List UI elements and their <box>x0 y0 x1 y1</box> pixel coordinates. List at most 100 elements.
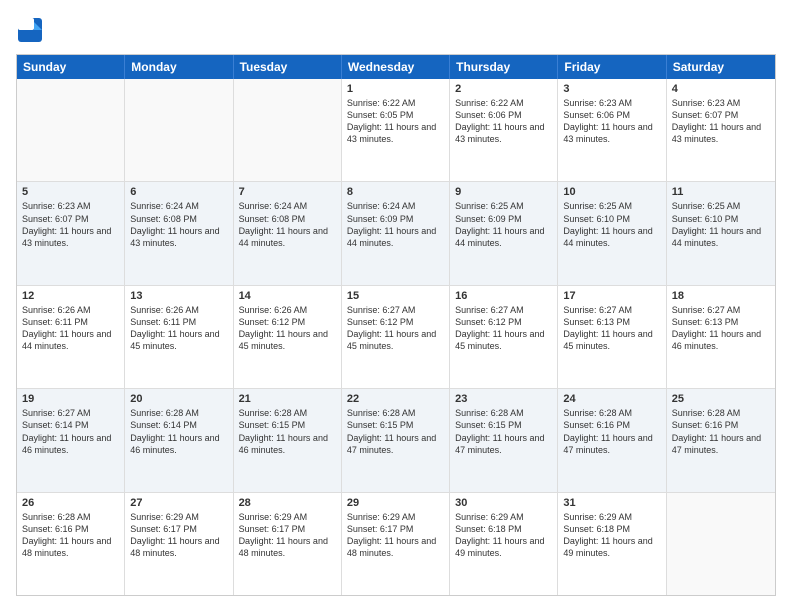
day-number: 27 <box>130 497 227 509</box>
calendar-cell: 18 Sunrise: 6:27 AM Sunset: 6:13 PM Dayli… <box>667 286 775 388</box>
calendar-cell: 14Sunrise: 6:26 AM Sunset: 6:12 PM Dayli… <box>234 286 342 388</box>
calendar-cell: 26Sunrise: 6:28 AM Sunset: 6:16 PM Dayli… <box>17 493 125 595</box>
calendar-row: 5 Sunrise: 6:23 AM Sunset: 6:07 PM Daylig… <box>17 181 775 284</box>
day-info: Sunrise: 6:24 AM Sunset: 6:08 PM Dayligh… <box>130 200 227 249</box>
day-number: 17 <box>563 290 660 302</box>
calendar-cell <box>234 79 342 181</box>
day-number: 28 <box>239 497 336 509</box>
day-number: 13 <box>130 290 227 302</box>
day-info: Sunrise: 6:26 AM Sunset: 6:11 PM Dayligh… <box>130 304 227 353</box>
weekday-header: Wednesday <box>342 55 450 79</box>
day-info: Sunrise: 6:28 AM Sunset: 6:16 PM Dayligh… <box>672 407 770 456</box>
day-info: Sunrise: 6:28 AM Sunset: 6:14 PM Dayligh… <box>130 407 227 456</box>
calendar-body: 1 Sunrise: 6:22 AM Sunset: 6:05 PM Daylig… <box>17 79 775 595</box>
calendar-cell: 22 Sunrise: 6:28 AM Sunset: 6:15 PM Dayli… <box>342 389 450 491</box>
day-info: Sunrise: 6:29 AM Sunset: 6:17 PM Dayligh… <box>239 511 336 560</box>
day-info: Sunrise: 6:28 AM Sunset: 6:15 PM Dayligh… <box>347 407 444 456</box>
logo-icon <box>16 16 44 44</box>
day-number: 20 <box>130 393 227 405</box>
day-number: 29 <box>347 497 444 509</box>
calendar-cell <box>17 79 125 181</box>
day-info: Sunrise: 6:27 AM Sunset: 6:13 PM Dayligh… <box>672 304 770 353</box>
day-info: Sunrise: 6:29 AM Sunset: 6:18 PM Dayligh… <box>455 511 552 560</box>
calendar: SundayMondayTuesdayWednesdayThursdayFrid… <box>16 54 776 596</box>
calendar-row: 1 Sunrise: 6:22 AM Sunset: 6:05 PM Daylig… <box>17 79 775 181</box>
calendar-cell: 29 Sunrise: 6:29 AM Sunset: 6:17 PM Dayli… <box>342 493 450 595</box>
day-info: Sunrise: 6:29 AM Sunset: 6:17 PM Dayligh… <box>130 511 227 560</box>
calendar-cell: 1 Sunrise: 6:22 AM Sunset: 6:05 PM Daylig… <box>342 79 450 181</box>
header <box>16 16 776 44</box>
calendar-cell: 12Sunrise: 6:26 AM Sunset: 6:11 PM Dayli… <box>17 286 125 388</box>
day-info: Sunrise: 6:23 AM Sunset: 6:07 PM Dayligh… <box>22 200 119 249</box>
calendar-cell: 4 Sunrise: 6:23 AM Sunset: 6:07 PM Daylig… <box>667 79 775 181</box>
calendar-row: 12Sunrise: 6:26 AM Sunset: 6:11 PM Dayli… <box>17 285 775 388</box>
calendar-cell: 21 Sunrise: 6:28 AM Sunset: 6:15 PM Dayli… <box>234 389 342 491</box>
day-number: 7 <box>239 186 336 198</box>
day-number: 11 <box>672 186 770 198</box>
calendar-cell: 28 Sunrise: 6:29 AM Sunset: 6:17 PM Dayli… <box>234 493 342 595</box>
day-number: 10 <box>563 186 660 198</box>
day-number: 21 <box>239 393 336 405</box>
day-number: 3 <box>563 83 660 95</box>
day-info: Sunrise: 6:25 AM Sunset: 6:10 PM Dayligh… <box>563 200 660 249</box>
calendar-cell: 31 Sunrise: 6:29 AM Sunset: 6:18 PM Dayli… <box>558 493 666 595</box>
day-number: 31 <box>563 497 660 509</box>
calendar-cell: 13 Sunrise: 6:26 AM Sunset: 6:11 PM Dayli… <box>125 286 233 388</box>
day-info: Sunrise: 6:25 AM Sunset: 6:09 PM Dayligh… <box>455 200 552 249</box>
weekday-header: Thursday <box>450 55 558 79</box>
calendar-cell: 6Sunrise: 6:24 AM Sunset: 6:08 PM Daylig… <box>125 182 233 284</box>
calendar-cell <box>667 493 775 595</box>
calendar-cell: 25 Sunrise: 6:28 AM Sunset: 6:16 PM Dayli… <box>667 389 775 491</box>
day-info: Sunrise: 6:28 AM Sunset: 6:15 PM Dayligh… <box>455 407 552 456</box>
day-info: Sunrise: 6:29 AM Sunset: 6:18 PM Dayligh… <box>563 511 660 560</box>
day-info: Sunrise: 6:27 AM Sunset: 6:13 PM Dayligh… <box>563 304 660 353</box>
day-info: Sunrise: 6:23 AM Sunset: 6:06 PM Dayligh… <box>563 97 660 146</box>
day-number: 30 <box>455 497 552 509</box>
weekday-header: Saturday <box>667 55 775 79</box>
calendar-cell: 16 Sunrise: 6:27 AM Sunset: 6:12 PM Dayli… <box>450 286 558 388</box>
day-info: Sunrise: 6:22 AM Sunset: 6:06 PM Dayligh… <box>455 97 552 146</box>
calendar-cell: 23 Sunrise: 6:28 AM Sunset: 6:15 PM Dayli… <box>450 389 558 491</box>
calendar-cell: 2 Sunrise: 6:22 AM Sunset: 6:06 PM Daylig… <box>450 79 558 181</box>
day-number: 18 <box>672 290 770 302</box>
day-info: Sunrise: 6:25 AM Sunset: 6:10 PM Dayligh… <box>672 200 770 249</box>
day-number: 1 <box>347 83 444 95</box>
calendar-cell <box>125 79 233 181</box>
day-info: Sunrise: 6:28 AM Sunset: 6:16 PM Dayligh… <box>563 407 660 456</box>
calendar-cell: 20 Sunrise: 6:28 AM Sunset: 6:14 PM Dayli… <box>125 389 233 491</box>
calendar-row: 19 Sunrise: 6:27 AM Sunset: 6:14 PM Dayli… <box>17 388 775 491</box>
weekday-header: Monday <box>125 55 233 79</box>
calendar-cell: 5 Sunrise: 6:23 AM Sunset: 6:07 PM Daylig… <box>17 182 125 284</box>
day-number: 26 <box>22 497 119 509</box>
day-info: Sunrise: 6:29 AM Sunset: 6:17 PM Dayligh… <box>347 511 444 560</box>
day-number: 22 <box>347 393 444 405</box>
weekday-header: Friday <box>558 55 666 79</box>
day-number: 23 <box>455 393 552 405</box>
weekday-header: Sunday <box>17 55 125 79</box>
day-info: Sunrise: 6:24 AM Sunset: 6:09 PM Dayligh… <box>347 200 444 249</box>
calendar-cell: 7 Sunrise: 6:24 AM Sunset: 6:08 PM Daylig… <box>234 182 342 284</box>
calendar-cell: 9Sunrise: 6:25 AM Sunset: 6:09 PM Daylig… <box>450 182 558 284</box>
day-info: Sunrise: 6:28 AM Sunset: 6:15 PM Dayligh… <box>239 407 336 456</box>
calendar-header: SundayMondayTuesdayWednesdayThursdayFrid… <box>17 55 775 79</box>
day-number: 25 <box>672 393 770 405</box>
calendar-cell: 10 Sunrise: 6:25 AM Sunset: 6:10 PM Dayli… <box>558 182 666 284</box>
day-number: 19 <box>22 393 119 405</box>
day-number: 16 <box>455 290 552 302</box>
day-number: 4 <box>672 83 770 95</box>
calendar-row: 26Sunrise: 6:28 AM Sunset: 6:16 PM Dayli… <box>17 492 775 595</box>
day-info: Sunrise: 6:23 AM Sunset: 6:07 PM Dayligh… <box>672 97 770 146</box>
calendar-cell: 11 Sunrise: 6:25 AM Sunset: 6:10 PM Dayli… <box>667 182 775 284</box>
weekday-header: Tuesday <box>234 55 342 79</box>
day-info: Sunrise: 6:27 AM Sunset: 6:12 PM Dayligh… <box>455 304 552 353</box>
day-number: 5 <box>22 186 119 198</box>
calendar-cell: 8Sunrise: 6:24 AM Sunset: 6:09 PM Daylig… <box>342 182 450 284</box>
calendar-cell: 19 Sunrise: 6:27 AM Sunset: 6:14 PM Dayli… <box>17 389 125 491</box>
day-info: Sunrise: 6:26 AM Sunset: 6:11 PM Dayligh… <box>22 304 119 353</box>
day-info: Sunrise: 6:27 AM Sunset: 6:14 PM Dayligh… <box>22 407 119 456</box>
day-number: 15 <box>347 290 444 302</box>
day-number: 2 <box>455 83 552 95</box>
day-info: Sunrise: 6:22 AM Sunset: 6:05 PM Dayligh… <box>347 97 444 146</box>
day-info: Sunrise: 6:24 AM Sunset: 6:08 PM Dayligh… <box>239 200 336 249</box>
calendar-cell: 17 Sunrise: 6:27 AM Sunset: 6:13 PM Dayli… <box>558 286 666 388</box>
